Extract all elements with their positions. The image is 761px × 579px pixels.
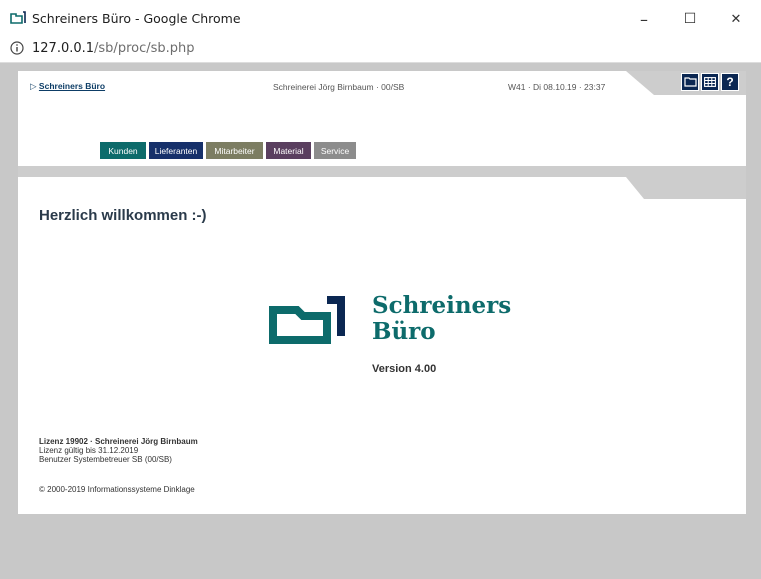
minimize-icon: – bbox=[640, 9, 648, 29]
menu-material[interactable]: Material bbox=[266, 142, 311, 159]
breadcrumb-marker-icon: ▷ bbox=[30, 81, 37, 91]
brand-line-1: Schreiners bbox=[372, 292, 512, 319]
menu-service[interactable]: Service bbox=[314, 142, 356, 159]
maximize-button[interactable]: ☐ bbox=[667, 0, 713, 38]
window-titlebar: Schreiners Büro - Google Chrome – ☐ ✕ bbox=[0, 0, 761, 39]
table-button[interactable] bbox=[701, 73, 719, 91]
version-label: Version 4.00 bbox=[372, 363, 437, 375]
info-icon[interactable] bbox=[10, 41, 24, 55]
menu-mitarbeiter[interactable]: Mitarbeiter bbox=[206, 142, 263, 159]
window-title: Schreiners Büro - Google Chrome bbox=[32, 11, 241, 26]
brand-line-2: Büro bbox=[372, 318, 436, 345]
date-info: W41 · Di 08.10.19 · 23:37 bbox=[508, 82, 606, 92]
table-icon bbox=[704, 77, 716, 87]
address-bar[interactable]: 127.0.0.1/sb/proc/sb.php bbox=[0, 38, 761, 63]
url-path: /sb/proc/sb.php bbox=[94, 41, 195, 56]
main-panel: Herzlich willkommen :-) Schreiners Büro … bbox=[18, 177, 746, 514]
company-info: Schreinerei Jörg Birnbaum · 00/SB bbox=[273, 82, 405, 92]
help-button[interactable]: ? bbox=[721, 73, 739, 91]
page-viewport: ▷ Schreiners Büro Schreinerei Jörg Birnb… bbox=[5, 63, 761, 579]
license-info: Lizenz 19902 · Schreinerei Jörg Birnbaum… bbox=[39, 437, 198, 464]
main-tab-shape bbox=[626, 177, 746, 199]
schreiners-buero-logo-icon bbox=[269, 296, 345, 344]
copyright: © 2000-2019 Informationssysteme Dinklage bbox=[39, 485, 195, 494]
header-panel: ▷ Schreiners Büro Schreinerei Jörg Birnb… bbox=[18, 71, 746, 166]
breadcrumb-home-link[interactable]: Schreiners Büro bbox=[39, 81, 105, 91]
app-folder-icon bbox=[10, 11, 26, 24]
breadcrumb: ▷ Schreiners Büro bbox=[30, 81, 105, 92]
license-validity: Lizenz gültig bis 31.12.2019 bbox=[39, 446, 139, 455]
menu-kunden[interactable]: Kunden bbox=[100, 142, 146, 159]
license-user: Benutzer Systembetreuer SB (00/SB) bbox=[39, 455, 172, 464]
welcome-heading: Herzlich willkommen :-) bbox=[39, 207, 207, 224]
license-number: Lizenz 19902 · Schreinerei Jörg Birnbaum bbox=[39, 437, 198, 446]
minimize-button[interactable]: – bbox=[621, 0, 667, 38]
help-icon: ? bbox=[726, 75, 734, 89]
brand-name: Schreiners Büro bbox=[372, 293, 511, 345]
close-button[interactable]: ✕ bbox=[713, 0, 759, 38]
close-icon: ✕ bbox=[730, 11, 742, 27]
url-text[interactable]: 127.0.0.1/sb/proc/sb.php bbox=[32, 41, 195, 56]
separator-band bbox=[18, 166, 746, 177]
folder-icon bbox=[683, 77, 697, 87]
maximize-icon: ☐ bbox=[683, 11, 697, 27]
menu-lieferanten[interactable]: Lieferanten bbox=[149, 142, 203, 159]
url-host: 127.0.0.1 bbox=[32, 41, 95, 56]
folder-button[interactable] bbox=[681, 73, 699, 91]
